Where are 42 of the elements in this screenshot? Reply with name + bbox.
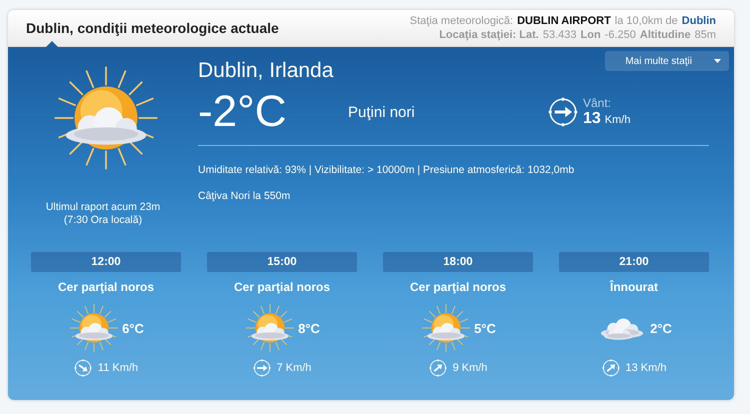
station-name: DUBLIN AIRPORT: [517, 14, 611, 28]
wind-label: Vânt:: [583, 96, 612, 110]
wind-direction-icon: [428, 359, 447, 377]
wind-direction-icon: [74, 359, 92, 377]
wind-speed: 9 Km/h: [452, 362, 488, 374]
wind-speed: 11 Km/h: [98, 362, 138, 374]
time-header: 15:00: [207, 252, 357, 272]
wind-unit: Km/h: [604, 114, 630, 126]
forecast-temperature: 6°C: [122, 320, 144, 336]
forecast-temperature: 2°C: [650, 320, 672, 336]
time-header: 21:00: [559, 252, 709, 272]
weather-details: Umiditate relativă: 93% | Vizibilitate: > 10000m | Presiune atmosferică: 1032,0mb: [198, 164, 576, 176]
station-label: Staţia meteorologică:: [410, 14, 514, 28]
forecast-condition: Cer parţial noros: [58, 280, 154, 294]
time-header: 12:00: [31, 252, 181, 272]
forecast-temperature: 8°C: [298, 320, 320, 336]
sun-cloud-icon: [244, 302, 296, 354]
sun-cloud-icon: [68, 302, 120, 354]
location-title: Dublin, Irlanda: [198, 59, 334, 83]
time-header: 18:00: [383, 252, 533, 272]
wind-direction-icon: [548, 97, 578, 127]
wind-speed: 7 Km/h: [276, 362, 312, 374]
wind-speed: 13: [583, 110, 601, 127]
caret-icon: [714, 59, 721, 63]
city-link[interactable]: Dublin: [682, 14, 716, 28]
station-location: Locaţia staţiei: Lat. 53.433 Lon -6.250 Altitudine 85m: [438, 28, 716, 42]
sun-cloud-icon: [420, 302, 472, 354]
forecast-condition: Cer parţial noros: [234, 280, 330, 294]
wind-speed: 13 Km/h: [626, 362, 666, 374]
current-temperature: -2°C: [198, 87, 288, 137]
forecast-condition: Cer parţial noros: [410, 280, 506, 294]
local-time: (7:30 Ora locală): [62, 214, 144, 227]
forecast-condition: Înnourat: [610, 280, 658, 294]
cloud-info: Câţiva Nori la 550m: [198, 190, 292, 202]
forecast-temperature: 5°C: [474, 320, 496, 336]
stations-dropdown[interactable]: Mai multe staţii: [605, 51, 729, 71]
report-text: Ultimul raport acum 23m: [46, 201, 160, 214]
current-condition: Puţini nori: [348, 104, 416, 120]
wind-direction-icon: [602, 359, 620, 377]
panel-title: Dublin, condiţii meteorologice actuale: [26, 20, 279, 36]
distance-text: la 10,0km de: [614, 14, 678, 28]
wind-direction-icon: [252, 359, 271, 377]
